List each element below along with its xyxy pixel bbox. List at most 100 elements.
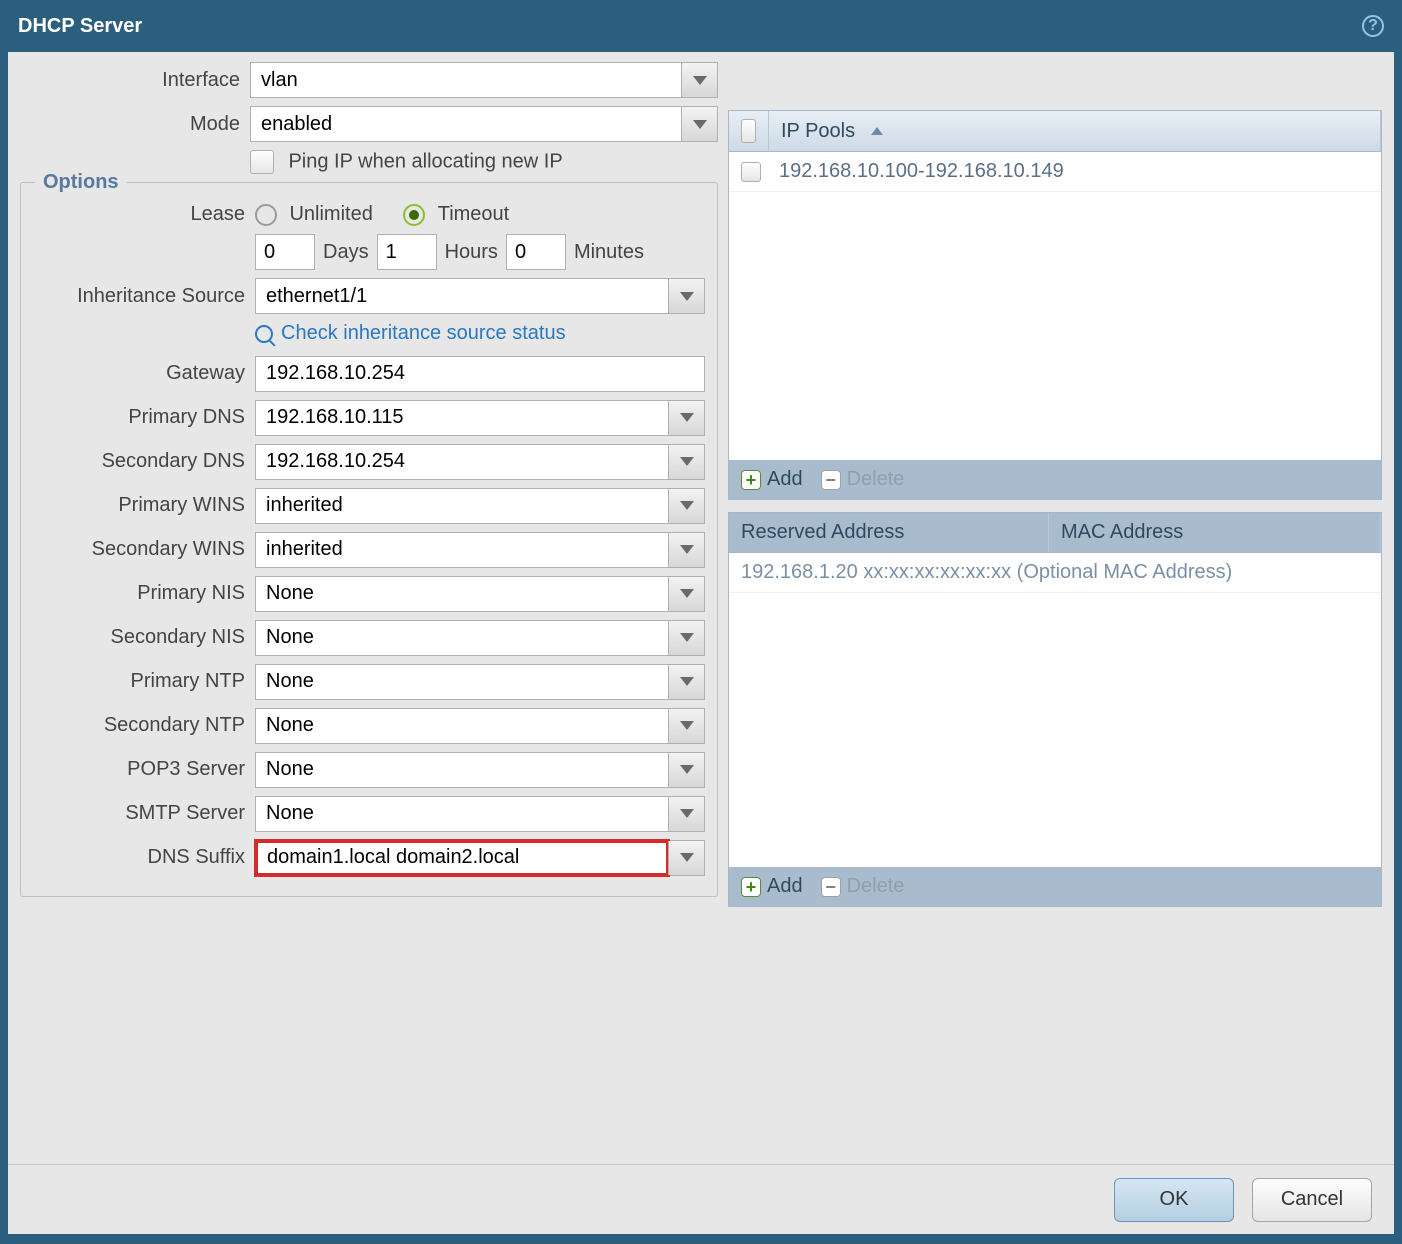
minutes-input[interactable] [506,234,566,270]
interface-dropdown-button[interactable] [681,63,717,97]
hours-label: Hours [445,241,498,264]
ip-pools-header: IP Pools [729,111,1381,152]
mode-dropdown-button[interactable] [681,107,717,141]
minus-icon: − [821,877,841,897]
reserved-placeholder-row: 192.168.1.20 xx:xx:xx:xx:xx:xx (Optional… [729,553,1381,593]
secondary-dns-input[interactable] [256,445,668,479]
chevron-down-icon [680,413,694,422]
chevron-down-icon [680,677,694,686]
ip-pools-header-label[interactable]: IP Pools [769,111,1381,151]
inheritance-source-input[interactable] [256,279,668,313]
primary-wins-combo[interactable] [255,488,705,524]
secondary-nis-input[interactable] [256,621,668,655]
ip-pools-row[interactable]: 192.168.10.100-192.168.10.149 [729,152,1381,192]
ip-pools-select-all-checkbox[interactable] [741,119,756,143]
chevron-down-icon [680,853,694,862]
secondary-ntp-dropdown-button[interactable] [668,709,704,743]
pop3-combo[interactable] [255,752,705,788]
primary-wins-dropdown-button[interactable] [668,489,704,523]
ip-pools-delete-button[interactable]: −Delete [821,468,905,491]
primary-dns-combo[interactable] [255,400,705,436]
title-bar: DHCP Server ? [0,0,1402,52]
check-inheritance-text: Check inheritance source status [281,322,566,345]
primary-nis-dropdown-button[interactable] [668,577,704,611]
secondary-wins-dropdown-button[interactable] [668,533,704,567]
secondary-nis-dropdown-button[interactable] [668,621,704,655]
mode-combo[interactable] [250,106,718,142]
ip-pools-add-button[interactable]: +Add [741,468,803,491]
dns-suffix-label: DNS Suffix [33,846,255,869]
ping-ip-checkbox[interactable] [250,150,274,174]
sort-asc-icon [871,127,883,135]
pop3-input[interactable] [256,753,668,787]
ip-pool-range: 192.168.10.100-192.168.10.149 [769,160,1369,183]
reserved-actions: +Add −Delete [729,867,1381,906]
reserved-add-button[interactable]: +Add [741,875,803,898]
reserved-body: 192.168.1.20 xx:xx:xx:xx:xx:xx (Optional… [729,553,1381,867]
secondary-ntp-combo[interactable] [255,708,705,744]
primary-nis-input[interactable] [256,577,668,611]
primary-ntp-input[interactable] [256,665,668,699]
lease-unlimited-radio[interactable] [255,204,277,226]
secondary-wins-combo[interactable] [255,532,705,568]
chevron-down-icon [680,545,694,554]
primary-dns-dropdown-button[interactable] [668,401,704,435]
check-inheritance-link[interactable]: Check inheritance source status [255,322,566,345]
inheritance-source-label: Inheritance Source [33,285,255,308]
hours-input[interactable] [377,234,437,270]
smtp-input[interactable] [256,797,668,831]
smtp-dropdown-button[interactable] [668,797,704,831]
options-legend: Options [35,171,127,194]
dns-suffix-combo[interactable] [255,840,705,876]
days-label: Days [323,241,369,264]
primary-nis-label: Primary NIS [33,582,255,605]
primary-nis-combo[interactable] [255,576,705,612]
gateway-input[interactable] [255,356,705,392]
secondary-wins-input[interactable] [256,533,668,567]
pop3-label: POP3 Server [33,758,255,781]
secondary-nis-combo[interactable] [255,620,705,656]
magnifier-icon [255,325,273,343]
primary-ntp-combo[interactable] [255,664,705,700]
interface-combo[interactable] [250,62,718,98]
chevron-down-icon [693,76,707,85]
ok-button[interactable]: OK [1114,1178,1234,1222]
secondary-dns-label: Secondary DNS [33,450,255,473]
primary-dns-input[interactable] [256,401,668,435]
mode-label: Mode [20,113,250,136]
secondary-dns-dropdown-button[interactable] [668,445,704,479]
primary-ntp-dropdown-button[interactable] [668,665,704,699]
days-input[interactable] [255,234,315,270]
cancel-button[interactable]: Cancel [1252,1178,1372,1222]
dialog-footer: OK Cancel [8,1164,1394,1234]
reserved-address-header[interactable]: Reserved Address [729,513,1049,552]
secondary-ntp-input[interactable] [256,709,668,743]
dns-suffix-dropdown-button[interactable] [668,841,704,875]
lease-label: Lease [33,203,255,226]
inheritance-source-combo[interactable] [255,278,705,314]
ip-pools-header-text: IP Pools [781,120,855,143]
lease-timeout-radio[interactable] [403,204,425,226]
pop3-dropdown-button[interactable] [668,753,704,787]
primary-wins-input[interactable] [256,489,668,523]
help-icon[interactable]: ? [1362,15,1384,37]
primary-wins-label: Primary WINS [33,494,255,517]
secondary-dns-combo[interactable] [255,444,705,480]
secondary-nis-label: Secondary NIS [33,626,255,649]
chevron-down-icon [680,501,694,510]
reserved-delete-button[interactable]: −Delete [821,875,905,898]
minutes-label: Minutes [574,241,644,264]
chevron-down-icon [680,809,694,818]
window-title: DHCP Server [18,15,142,38]
mode-input[interactable] [251,107,681,141]
dns-suffix-input[interactable] [256,841,668,875]
lease-unlimited-label: Unlimited [289,203,372,225]
ip-pools-grid: IP Pools 192.168.10.100-192.168.10.149 +… [728,110,1382,500]
mac-address-header[interactable]: MAC Address [1049,513,1381,552]
inheritance-source-dropdown-button[interactable] [668,279,704,313]
reserved-header: Reserved Address MAC Address [729,513,1381,553]
ip-pool-row-checkbox[interactable] [741,162,761,182]
smtp-combo[interactable] [255,796,705,832]
chevron-down-icon [680,633,694,642]
interface-input[interactable] [251,63,681,97]
